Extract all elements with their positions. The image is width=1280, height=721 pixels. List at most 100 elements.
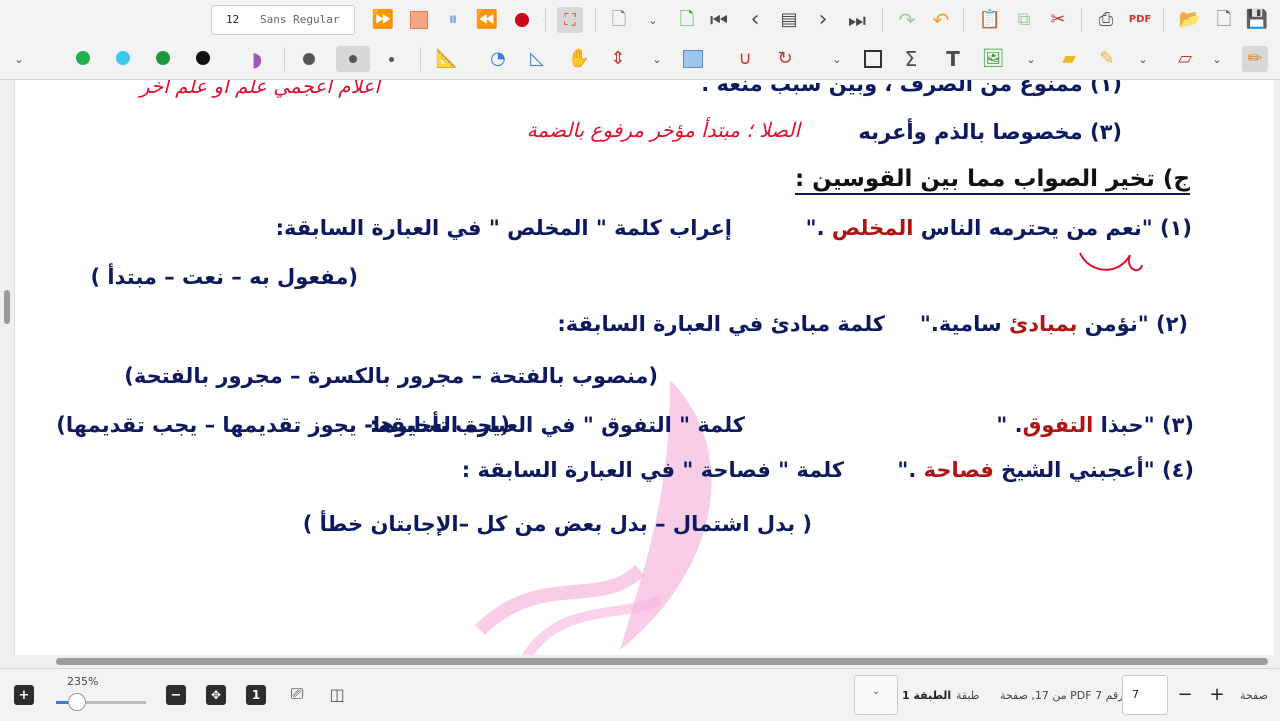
rewind-icon[interactable]: ⏪ bbox=[474, 7, 500, 33]
handwritten-answer-3: الصلا ؛ مبتدأ مؤخر مرفوع بالضمة bbox=[526, 118, 800, 142]
q4-post: ." bbox=[897, 458, 924, 482]
layer-value[interactable]: الطبقة 1 bbox=[902, 689, 951, 702]
hand-icon[interactable]: ✋ bbox=[566, 46, 592, 72]
print-icon[interactable]: ⎙ bbox=[1093, 7, 1119, 33]
ruler-measure-icon[interactable]: ▰ bbox=[1056, 46, 1082, 72]
ruler-icon[interactable]: 📐 bbox=[434, 46, 460, 72]
rectangle-icon[interactable] bbox=[680, 46, 706, 72]
color-darkgreen-icon[interactable] bbox=[156, 51, 170, 65]
presentation-icon[interactable]: ⎚ bbox=[286, 683, 308, 705]
q2-prompt: كلمة مبادئ في العبارة السابقة: bbox=[557, 312, 885, 336]
prev-page-icon[interactable]: ‹ bbox=[742, 7, 768, 33]
highlighter-menu-chevron-icon[interactable]: ⌄ bbox=[1130, 46, 1156, 72]
page-decrement-button[interactable]: − bbox=[1174, 683, 1196, 705]
redo-icon[interactable]: ↷ bbox=[894, 7, 920, 33]
fit-page-icon[interactable]: ✥ bbox=[206, 685, 226, 705]
page-number-field[interactable]: 7 bbox=[1122, 675, 1168, 715]
shapes-menu-chevron-icon[interactable]: ⌄ bbox=[824, 46, 850, 72]
copy-icon[interactable]: ⧉ bbox=[1011, 7, 1037, 33]
triangle-icon[interactable]: ◺ bbox=[524, 46, 550, 72]
tool-menu-chevron-icon[interactable]: ⌄ bbox=[644, 46, 670, 72]
actual-size-icon[interactable]: 1 bbox=[246, 685, 266, 705]
zoom-slider-handle[interactable] bbox=[68, 693, 86, 711]
handwritten-underline-icon bbox=[1079, 252, 1143, 272]
two-page-view-icon[interactable]: ◫ bbox=[326, 683, 348, 705]
dot-medium-icon[interactable] bbox=[336, 46, 370, 72]
image-menu-chevron-icon[interactable]: ⌄ bbox=[1018, 46, 1044, 72]
paste-icon[interactable]: 📋 bbox=[977, 7, 1003, 33]
q1-post: ." bbox=[805, 216, 832, 240]
toolbar-tools: ⌄ ◗ 📐 ◔ ◺ ✋ ⇕ ⌄ ∪ ↻ ⌄ Σ T 🖼 ⌄ ▰ ✎ ⌄ ▱ ⌄ … bbox=[0, 39, 1280, 80]
add-icon[interactable]: + bbox=[14, 685, 34, 705]
q3-post: . " bbox=[996, 413, 1023, 437]
magnet-icon[interactable]: ∪ bbox=[732, 46, 758, 72]
horizontal-scrollbar[interactable] bbox=[56, 658, 1268, 665]
record-icon[interactable] bbox=[509, 7, 535, 33]
q4-options: ( بدل اشتمال – بدل بعض من كل –الإجابتان … bbox=[302, 512, 812, 536]
q2-pre: نؤمن bbox=[1077, 312, 1138, 336]
font-size-value[interactable]: 12 bbox=[226, 13, 239, 26]
zoom-out-icon[interactable]: − bbox=[166, 685, 186, 705]
save-icon[interactable]: 💾 bbox=[1244, 7, 1270, 33]
page-info: من 17, صفحة PDF رقم 7 bbox=[1000, 689, 1124, 702]
open-folder-icon[interactable]: 📂 bbox=[1177, 7, 1203, 33]
fit-height-icon[interactable]: ⇕ bbox=[605, 46, 631, 72]
q4-sentence: (٤) "أعجبني الشيخ فصاحة ." bbox=[897, 458, 1194, 482]
q3-sentence: (٣) "حبذا التفوق. " bbox=[996, 413, 1194, 437]
eraser-menu-chevron-icon[interactable]: ⌄ bbox=[1204, 46, 1230, 72]
eraser-icon[interactable]: ▱ bbox=[1172, 46, 1198, 72]
color-cyan-icon[interactable] bbox=[116, 51, 130, 65]
fast-forward-icon[interactable]: ⏩ bbox=[370, 7, 396, 33]
sigma-icon[interactable]: Σ bbox=[898, 46, 924, 72]
document-canvas[interactable]: (١) ممنوع من الصرف ، وبين سبب منعه . أعل… bbox=[0, 80, 1280, 668]
right-edge bbox=[1274, 80, 1280, 668]
left-scroll-track bbox=[0, 80, 15, 668]
tools-menu-chevron-icon[interactable]: ⌄ bbox=[6, 46, 32, 72]
pencil-icon[interactable]: ✏ bbox=[1242, 46, 1268, 72]
text-tool-icon[interactable]: T bbox=[940, 46, 966, 72]
q4-pre: أعجبني الشيخ bbox=[993, 458, 1144, 482]
protractor-icon[interactable]: ◔ bbox=[485, 46, 511, 72]
q4-prompt: كلمة " فصاحة " في العبارة السابقة : bbox=[461, 458, 844, 482]
page-number-value[interactable]: 7 bbox=[1132, 688, 1139, 701]
last-page-icon[interactable]: ⏭ bbox=[844, 7, 870, 33]
q2-number: (٢) " bbox=[1137, 312, 1188, 336]
delete-page-menu-chevron-icon[interactable]: ⌄ bbox=[640, 7, 666, 33]
next-page-icon[interactable]: › bbox=[810, 7, 836, 33]
page-increment-button[interactable]: + bbox=[1206, 683, 1228, 705]
image-icon[interactable]: 🖼 bbox=[980, 46, 1006, 72]
q1-sentence: (١) "نعم من يحترمه الناس المخلص ." bbox=[806, 216, 1192, 240]
dot-small-icon[interactable] bbox=[378, 46, 404, 72]
question-line-1: (١) ممنوع من الصرف ، وبين سبب منعه . bbox=[701, 80, 1122, 96]
layer-dropdown[interactable]: ⌄ bbox=[854, 675, 898, 715]
highlighter-icon[interactable]: ✎ bbox=[1094, 46, 1120, 72]
compass-icon[interactable]: ↻ bbox=[772, 46, 798, 72]
pause-icon[interactable]: ⏸ bbox=[440, 7, 466, 33]
new-file-icon[interactable]: 🗋 bbox=[1211, 7, 1237, 33]
q2-options: (منصوب بالفتحة – مجرور بالكسرة – مجرور ب… bbox=[124, 364, 658, 388]
square-tool-icon[interactable] bbox=[860, 46, 886, 72]
first-page-icon[interactable]: ⏮ bbox=[706, 7, 732, 33]
dot-large-icon[interactable] bbox=[296, 46, 322, 72]
pen-icon[interactable]: ◗ bbox=[244, 46, 270, 72]
cut-icon[interactable]: ✂ bbox=[1045, 7, 1071, 33]
font-selector[interactable]: 12 Sans Regular bbox=[211, 5, 355, 35]
page-icon[interactable]: ▤ bbox=[776, 7, 802, 33]
fullscreen-icon[interactable]: ⛶ bbox=[557, 7, 583, 33]
color-black-icon[interactable] bbox=[196, 51, 210, 65]
q2-highlighted-word: بمبادئ bbox=[1008, 312, 1078, 336]
pdf-icon[interactable]: PDF bbox=[1127, 7, 1153, 33]
horizontal-scroll-track bbox=[0, 655, 1280, 668]
font-name-value[interactable]: Sans Regular bbox=[260, 13, 339, 26]
zoom-slider-track[interactable] bbox=[56, 693, 146, 711]
q2-sentence: (٢) "نؤمن بمبادئ سامية." bbox=[920, 312, 1188, 336]
delete-page-icon[interactable]: 🗋 bbox=[606, 7, 632, 33]
layer-label: طبقة bbox=[956, 689, 980, 702]
q1-pre: نعم من يحترمه الناس bbox=[913, 216, 1142, 240]
q1-options: (مفعول به – نعت – مبتدأ ) bbox=[90, 265, 358, 289]
add-page-icon[interactable]: 🗋 bbox=[674, 7, 700, 33]
color-green-icon[interactable] bbox=[76, 51, 90, 65]
stop-icon[interactable] bbox=[406, 7, 432, 33]
undo-icon[interactable]: ↶ bbox=[928, 7, 954, 33]
vertical-scrollbar[interactable] bbox=[4, 290, 10, 324]
